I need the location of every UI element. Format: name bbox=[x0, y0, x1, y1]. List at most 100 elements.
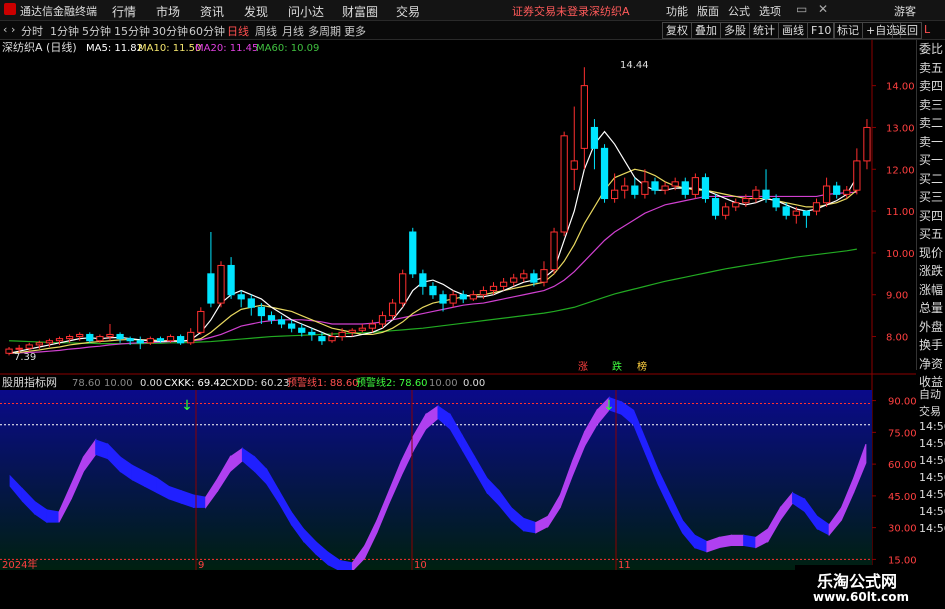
tab-period-4[interactable]: 30分钟 bbox=[152, 23, 188, 39]
btn-stats[interactable]: 统计 bbox=[749, 22, 779, 39]
x-axis-label: 10 bbox=[414, 560, 427, 570]
side-item-7[interactable]: 买二 bbox=[917, 170, 945, 189]
stock-label: 深纺织A (日线) bbox=[2, 40, 77, 54]
tab-period-2[interactable]: 5分钟 bbox=[82, 23, 111, 39]
candle-body bbox=[257, 306, 266, 317]
side-item-9[interactable]: 买四 bbox=[917, 207, 945, 226]
candle-body bbox=[499, 281, 508, 287]
side-item-10[interactable]: 买五 bbox=[917, 225, 945, 244]
window-close-icon[interactable]: ✕ bbox=[818, 2, 828, 16]
tab-period-5[interactable]: 60分钟 bbox=[189, 23, 225, 39]
candle-body bbox=[419, 273, 427, 287]
x-axis-label: 9 bbox=[198, 560, 204, 570]
osc-ribbon-segment bbox=[46, 509, 60, 523]
btn-f10[interactable]: F10 bbox=[807, 22, 836, 39]
candle-body bbox=[308, 331, 316, 335]
indicator-v4: 10.00 bbox=[429, 378, 458, 389]
menu-discover[interactable]: 发现 bbox=[244, 3, 268, 20]
badge-rank: 榜 bbox=[637, 360, 647, 373]
candle-body bbox=[661, 185, 669, 191]
indicator-v5: 0.00 bbox=[463, 378, 485, 389]
menu-function[interactable]: 功能 bbox=[666, 3, 688, 19]
tab-period-6[interactable]: 日线 bbox=[227, 23, 249, 39]
candle-body bbox=[853, 160, 861, 191]
ma5-line bbox=[8, 130, 858, 354]
nav-left-icon[interactable]: ‹ bbox=[3, 23, 7, 36]
menu-quotes[interactable]: 行情 bbox=[112, 3, 136, 20]
side-item-16[interactable]: 换手 bbox=[917, 336, 945, 355]
menu-market[interactable]: 市场 bbox=[156, 3, 180, 20]
side-item-15[interactable]: 外盘 bbox=[917, 318, 945, 337]
watermark-title: 乐淘公式网 bbox=[817, 572, 898, 591]
candle-body bbox=[116, 333, 124, 340]
side-item-12[interactable]: 涨跌 bbox=[917, 262, 945, 281]
side-item-5[interactable]: 卖一 bbox=[917, 133, 945, 152]
candle-body bbox=[610, 189, 619, 200]
tab-period-3[interactable]: 15分钟 bbox=[114, 23, 150, 39]
candle-body bbox=[166, 336, 175, 342]
menu-ask[interactable]: 问小达 bbox=[288, 3, 324, 20]
side-item-4[interactable]: 卖二 bbox=[917, 114, 945, 133]
btn-multi[interactable]: 多股 bbox=[720, 22, 750, 39]
candle-body bbox=[762, 189, 770, 200]
btn-mark[interactable]: 标记 bbox=[833, 22, 863, 39]
guest-label[interactable]: 游客 bbox=[894, 3, 916, 19]
candle-body bbox=[671, 181, 679, 187]
candle-body bbox=[318, 336, 326, 342]
menu-options[interactable]: 选项 bbox=[759, 3, 781, 19]
side-item-8[interactable]: 买三 bbox=[917, 188, 945, 207]
btn-overlay[interactable]: 叠加 bbox=[691, 22, 721, 39]
menu-formula[interactable]: 公式 bbox=[728, 3, 750, 19]
side-item-3[interactable]: 卖三 bbox=[917, 96, 945, 115]
candle-body bbox=[550, 231, 558, 271]
login-warning[interactable]: 证券交易未登录 bbox=[512, 3, 589, 19]
candle-body bbox=[25, 344, 33, 349]
candle-body bbox=[136, 340, 144, 344]
menu-wealth[interactable]: 财富圈 bbox=[342, 3, 378, 20]
side-item-13[interactable]: 涨幅 bbox=[917, 281, 945, 300]
side-item-14[interactable]: 总量 bbox=[917, 299, 945, 318]
candle-body bbox=[772, 198, 780, 208]
tab-period-9[interactable]: 多周期 bbox=[308, 23, 341, 39]
candle-body bbox=[35, 342, 43, 346]
side-item-11[interactable]: 现价 bbox=[917, 244, 945, 263]
indicator-side-label-6: 14:56 bbox=[919, 488, 945, 501]
indicator-side-label-8: 14:56 bbox=[919, 522, 945, 535]
btn-draw[interactable]: 画线 bbox=[778, 22, 808, 39]
menu-news[interactable]: 资讯 bbox=[200, 3, 224, 20]
candle-body bbox=[65, 336, 74, 340]
candle-body bbox=[187, 331, 195, 344]
nav-right-icon[interactable]: › bbox=[11, 23, 15, 36]
tab-period-1[interactable]: 1分钟 bbox=[50, 23, 79, 39]
menu-bar: 通达信金融终端 行情 市场 资讯 发现 问小达 财富圈 交易 证券交易未登录 深… bbox=[0, 0, 945, 21]
candle-body bbox=[469, 294, 477, 300]
candle-body bbox=[701, 177, 710, 200]
indicator-side-label-1: 交易 bbox=[919, 405, 941, 418]
period-toolbar: ‹ › 分时 1分钟 5分钟 15分钟 30分钟 60分钟 日线 周线 月线 多… bbox=[0, 21, 945, 40]
side-item-17[interactable]: 净资 bbox=[917, 355, 945, 374]
indicator-cxdd: CXDD: 60.23 bbox=[225, 378, 289, 389]
menu-trade[interactable]: 交易 bbox=[396, 3, 420, 20]
candle-body bbox=[812, 202, 821, 212]
side-item-0[interactable]: 委比 bbox=[917, 40, 945, 59]
side-item-6[interactable]: 买一 bbox=[917, 151, 945, 170]
level-l-label[interactable]: L bbox=[924, 23, 930, 36]
candle-body bbox=[822, 185, 831, 204]
menu-layout[interactable]: 版面 bbox=[697, 3, 719, 19]
current-stock: 深纺织A bbox=[589, 5, 630, 18]
tab-period-10[interactable]: 更多 bbox=[344, 23, 366, 39]
candle-body bbox=[176, 336, 185, 344]
tab-period-0[interactable]: 分时 bbox=[21, 23, 43, 39]
btn-back[interactable]: 返回 bbox=[892, 22, 922, 39]
candle-body bbox=[328, 336, 336, 342]
tab-period-8[interactable]: 月线 bbox=[282, 23, 304, 39]
kline-chart[interactable]: 14.00 13.00 12.00 11.00 10.00 9.00 8.00 深纺织A (日… bbox=[0, 40, 916, 570]
window-restore-icon[interactable]: ▭ bbox=[796, 2, 807, 16]
indicator-side-label-7: 14:56 bbox=[919, 505, 945, 518]
tab-period-7[interactable]: 周线 bbox=[255, 23, 277, 39]
side-item-1[interactable]: 卖五 bbox=[917, 59, 945, 78]
side-item-2[interactable]: 卖四 bbox=[917, 77, 945, 96]
btn-restore[interactable]: 复权 bbox=[662, 22, 692, 39]
badge-rise: 涨 bbox=[578, 361, 588, 373]
main-ytick-label: 8.00 bbox=[886, 333, 908, 344]
